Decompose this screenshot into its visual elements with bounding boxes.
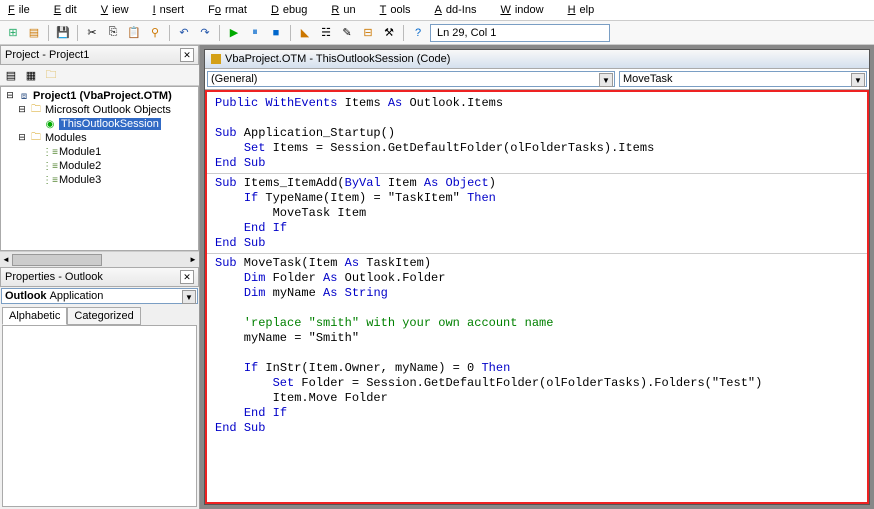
properties-panel-label: Properties - Outlook — [5, 271, 103, 283]
separator — [169, 25, 170, 41]
code-editor[interactable]: Public WithEvents Items As Outlook.Items… — [205, 90, 869, 504]
menu-debug[interactable]: Debug — [267, 2, 315, 18]
menu-format[interactable]: Format — [204, 2, 255, 18]
this-session-label: ThisOutlookSession — [59, 118, 161, 130]
separator — [290, 25, 291, 41]
menu-insert[interactable]: Insert — [149, 2, 193, 18]
tree-outlook-objects[interactable]: ⊟🗀 Microsoft Outlook Objects — [3, 103, 196, 117]
procedure-combo[interactable]: MoveTask ▼ — [619, 71, 867, 87]
module-label: Module2 — [59, 160, 101, 172]
properties-object-selector[interactable]: Outlook Application ▼ — [1, 288, 198, 304]
modules-folder-label: Modules — [45, 132, 87, 144]
chevron-down-icon[interactable]: ▼ — [182, 290, 196, 304]
view-code-icon[interactable]: ▤ — [2, 67, 20, 83]
object-browser-icon[interactable]: ⊟ — [359, 24, 377, 42]
code-window-label: VbaProject.OTM - ThisOutlookSession (Cod… — [225, 53, 450, 65]
properties-grid[interactable] — [2, 326, 197, 507]
chevron-down-icon[interactable]: ▼ — [851, 73, 865, 87]
project-tree[interactable]: ⊟⧈ Project1 (VbaProject.OTM) ⊟🗀 Microsof… — [0, 86, 199, 251]
menu-help[interactable]: Help — [564, 2, 603, 18]
outlook-folder-label: Microsoft Outlook Objects — [45, 104, 171, 116]
stop-icon[interactable]: ■ — [267, 24, 285, 42]
project-panel-label: Project - Project1 — [5, 49, 89, 61]
cursor-position: Ln 29, Col 1 — [430, 24, 610, 42]
view-ms-icon[interactable]: ⊞ — [4, 24, 22, 42]
copy-icon[interactable]: ⎘ — [104, 24, 122, 42]
project-explorer-icon[interactable]: ☵ — [317, 24, 335, 42]
pause-icon[interactable]: ⏸ — [246, 24, 264, 42]
toolbox-icon[interactable]: ⚒ — [380, 24, 398, 42]
menu-file[interactable]: File — [4, 2, 38, 18]
cut-icon[interactable]: ✂ — [83, 24, 101, 42]
close-icon[interactable]: ✕ — [180, 270, 194, 284]
properties-tabs: Alphabetic Categorized — [2, 307, 197, 326]
project-scrollbar[interactable]: ◄ ► — [0, 251, 199, 267]
code-window: VbaProject.OTM - ThisOutlookSession (Cod… — [204, 49, 870, 505]
object-combo-value: (General) — [211, 73, 257, 85]
tree-module2[interactable]: ⋮≡ Module2 — [3, 159, 196, 173]
procedure-combo-value: MoveTask — [623, 73, 673, 85]
tree-module3[interactable]: ⋮≡ Module3 — [3, 173, 196, 187]
object-name: Outlook — [5, 290, 47, 302]
tree-modules-folder[interactable]: ⊟🗀 Modules — [3, 131, 196, 145]
design-icon[interactable]: ◣ — [296, 24, 314, 42]
tab-categorized[interactable]: Categorized — [67, 307, 140, 325]
find-icon[interactable]: ⚲ — [146, 24, 164, 42]
module-label: Module1 — [59, 146, 101, 158]
chevron-down-icon[interactable]: ▼ — [599, 73, 613, 87]
menu-addins[interactable]: Add-Ins — [431, 2, 485, 18]
run-icon[interactable]: ▶ — [225, 24, 243, 42]
menu-window[interactable]: Window — [496, 2, 551, 18]
view-form-icon[interactable]: ▤ — [25, 24, 43, 42]
toggle-folders-icon[interactable]: 🗀 — [42, 67, 60, 83]
close-icon[interactable]: ✕ — [180, 48, 194, 62]
tab-alphabetic[interactable]: Alphabetic — [2, 307, 67, 325]
separator — [77, 25, 78, 41]
project-root-label: Project1 (VbaProject.OTM) — [33, 90, 172, 102]
paste-icon[interactable]: 📋 — [125, 24, 143, 42]
view-object-icon[interactable]: ▦ — [22, 67, 40, 83]
toolbar: ⊞ ▤ 💾 ✂ ⎘ 📋 ⚲ ↶ ↷ ▶ ⏸ ■ ◣ ☵ ✎ ⊟ ⚒ ? Ln 2… — [0, 21, 874, 45]
menubar: File Edit View Insert Format Debug Run T… — [0, 0, 874, 21]
menu-tools[interactable]: Tools — [376, 2, 419, 18]
menu-edit[interactable]: Edit — [50, 2, 85, 18]
object-combo[interactable]: (General) ▼ — [207, 71, 615, 87]
object-type: Application — [50, 290, 104, 302]
tree-module1[interactable]: ⋮≡ Module1 — [3, 145, 196, 159]
menu-view[interactable]: View — [97, 2, 137, 18]
module-label: Module3 — [59, 174, 101, 186]
separator — [48, 25, 49, 41]
menu-run[interactable]: Run — [327, 2, 363, 18]
undo-icon[interactable]: ↶ — [175, 24, 193, 42]
code-module-icon — [211, 54, 221, 64]
properties-icon[interactable]: ✎ — [338, 24, 356, 42]
properties-panel-title: Properties - Outlook ✕ — [0, 267, 199, 287]
redo-icon[interactable]: ↷ — [196, 24, 214, 42]
save-icon[interactable]: 💾 — [54, 24, 72, 42]
project-panel-title: Project - Project1 ✕ — [0, 45, 199, 65]
project-toolbar: ▤ ▦ 🗀 — [0, 65, 199, 86]
code-window-title: VbaProject.OTM - ThisOutlookSession (Cod… — [205, 50, 869, 69]
help-icon[interactable]: ? — [409, 24, 427, 42]
separator — [219, 25, 220, 41]
separator — [403, 25, 404, 41]
